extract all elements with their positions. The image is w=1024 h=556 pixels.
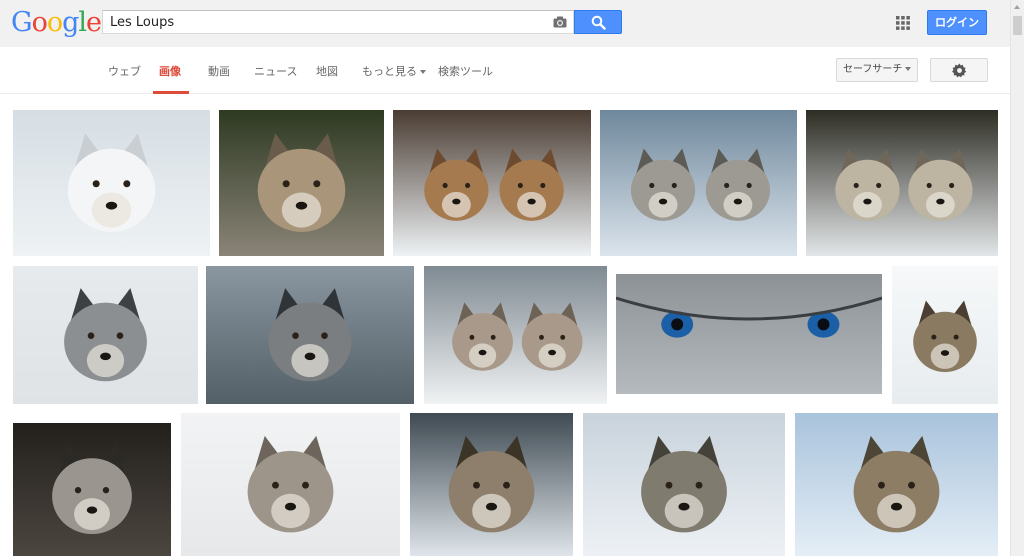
tab-more[interactable]: もっと見る [362, 63, 426, 79]
wolf-photo [795, 413, 998, 556]
logo-letter: o [31, 7, 48, 38]
page-scrollbar[interactable] [1010, 0, 1024, 556]
image-result-thumbnail[interactable] [410, 413, 573, 556]
wolf-photo [600, 110, 797, 256]
wolf-photo [424, 266, 607, 404]
image-result-thumbnail[interactable] [13, 110, 210, 256]
tab-videos[interactable]: 動画 [208, 63, 230, 79]
image-result-thumbnail[interactable] [219, 110, 384, 256]
image-result-thumbnail[interactable] [600, 110, 797, 256]
tab-more-label: もっと見る [362, 65, 417, 78]
logo-letter: e [86, 7, 102, 38]
search-nav-bar: ウェブ 画像 動画 ニュース 地図 もっと見る 検索ツール セーフサーチ [0, 47, 1010, 94]
scroll-thumb[interactable] [1013, 16, 1022, 35]
logo-letter: l [78, 7, 87, 38]
wolf-photo [181, 413, 400, 556]
image-result-thumbnail[interactable] [13, 266, 198, 404]
chevron-down-icon [905, 67, 912, 71]
logo-letter: G [11, 7, 33, 38]
safesearch-dropdown[interactable]: セーフサーチ [836, 58, 918, 82]
tab-web[interactable]: ウェブ [108, 63, 141, 79]
image-result-thumbnail[interactable] [795, 413, 998, 556]
google-logo[interactable]: Google [11, 7, 102, 39]
tab-search-tools[interactable]: 検索ツール [438, 63, 493, 79]
image-result-thumbnail[interactable] [892, 266, 998, 404]
wolf-photo [13, 110, 210, 256]
login-button[interactable]: ログイン [927, 10, 987, 35]
wolf-photo [583, 413, 785, 556]
settings-button[interactable] [930, 58, 988, 82]
wolf-photo [13, 266, 198, 404]
search-input[interactable]: Les Loups [102, 10, 574, 34]
chevron-down-icon [420, 70, 426, 74]
image-result-thumbnail[interactable] [13, 423, 171, 556]
wolf-photo [410, 413, 573, 556]
search-icon [591, 15, 606, 30]
apps-grid-icon[interactable] [896, 16, 910, 30]
image-result-thumbnail[interactable] [424, 266, 607, 404]
logo-letter: g [62, 7, 79, 38]
search-query-text: Les Loups [110, 15, 175, 30]
wolf-photo [892, 266, 998, 404]
tab-news[interactable]: ニュース [254, 63, 297, 79]
wolf-photo [219, 110, 384, 256]
active-tab-indicator [153, 91, 189, 94]
gear-icon [952, 63, 967, 78]
tab-images[interactable]: 画像 [159, 63, 181, 79]
image-result-thumbnail[interactable] [583, 413, 785, 556]
safesearch-label: セーフサーチ [843, 64, 903, 75]
scroll-up-arrow[interactable] [1011, 0, 1024, 14]
wolf-photo [806, 110, 998, 256]
image-result-thumbnail[interactable] [616, 274, 882, 394]
tab-maps[interactable]: 地図 [316, 63, 338, 79]
top-bar: Google Les Loups ログイン [0, 0, 1010, 47]
wolf-photo [206, 266, 414, 404]
image-result-thumbnail[interactable] [806, 110, 998, 256]
wolf-photo [616, 274, 882, 394]
logo-letter: o [46, 7, 63, 38]
wolf-photo [13, 423, 171, 556]
search-button[interactable] [574, 10, 622, 34]
image-result-thumbnail[interactable] [393, 110, 591, 256]
wolf-photo [393, 110, 591, 256]
camera-icon[interactable] [553, 16, 567, 28]
image-result-thumbnail[interactable] [181, 413, 400, 556]
image-result-thumbnail[interactable] [206, 266, 414, 404]
